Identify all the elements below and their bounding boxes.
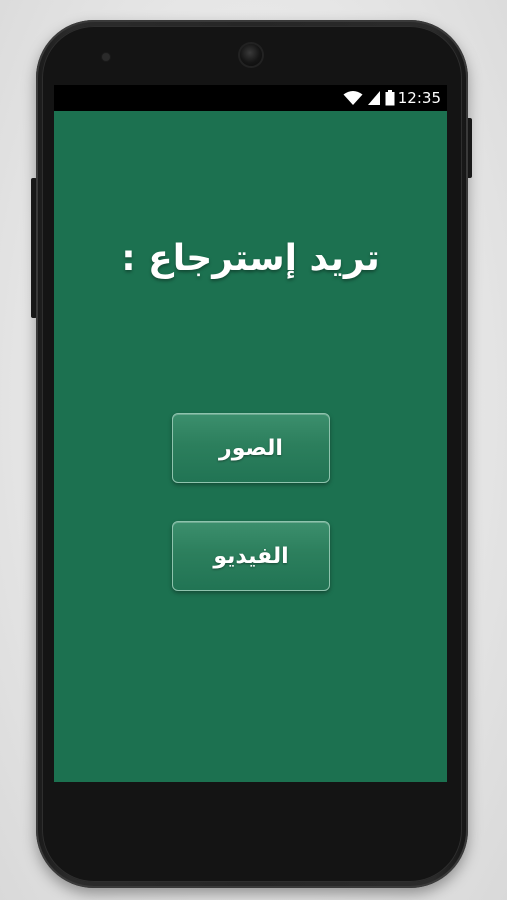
video-button-label: الفيديو xyxy=(213,543,289,569)
front-camera xyxy=(240,44,262,66)
wifi-icon xyxy=(343,91,363,105)
photos-button[interactable]: الصور xyxy=(172,413,330,483)
proximity-sensor xyxy=(102,53,110,61)
signal-icon xyxy=(368,91,380,105)
video-button[interactable]: الفيديو xyxy=(172,521,330,591)
battery-icon xyxy=(385,90,395,106)
status-time: 12:35 xyxy=(397,89,441,107)
photos-button-label: الصور xyxy=(219,435,283,461)
status-icons xyxy=(343,90,395,106)
status-bar: 12:35 xyxy=(54,85,447,111)
page-title: تريد إسترجاع : xyxy=(121,238,380,279)
